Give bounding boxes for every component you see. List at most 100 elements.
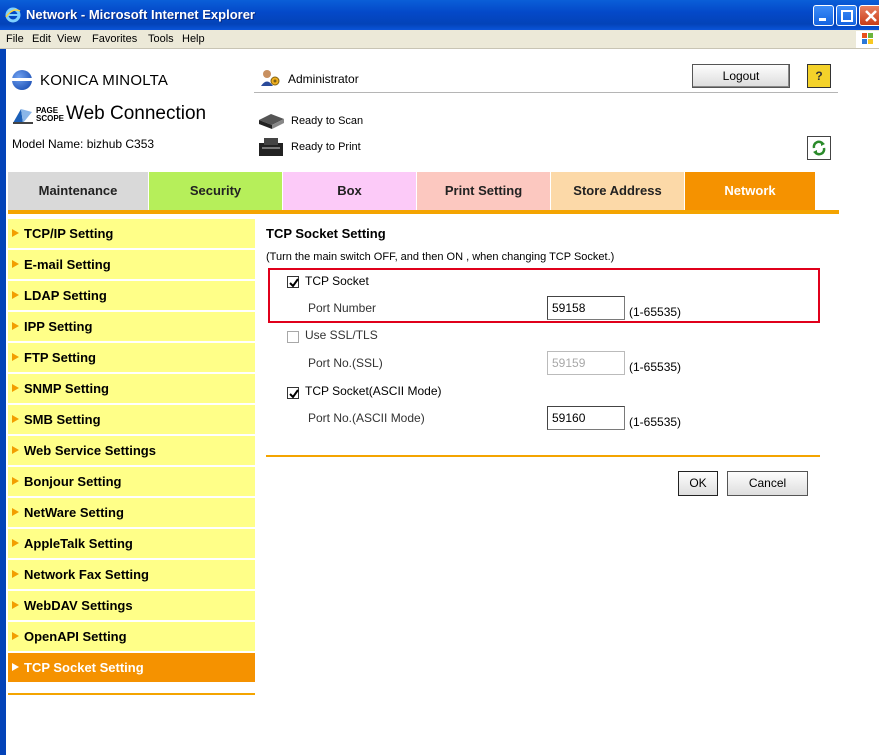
sidebar-item-openapi[interactable]: OpenAPI Setting [8,622,255,651]
administrator-icon [261,70,280,86]
pagescope-mark-line2: SCOPE [36,114,65,123]
sidebar-item-label: OpenAPI Setting [24,629,127,644]
use-ssl-label: Use SSL/TLS [305,328,378,342]
sidebar-item-label: TCP Socket Setting [24,660,144,675]
arrow-right-icon [12,663,19,671]
tcp-socket-ascii-checkbox[interactable] [287,387,299,399]
minimize-button[interactable] [813,5,834,26]
scan-status-label: Ready to Scan [291,115,364,127]
sidebar-item-tcp-socket[interactable]: TCP Socket Setting [8,653,255,682]
sidebar-item-network-fax[interactable]: Network Fax Setting [8,560,255,589]
sidebar-item-web-service[interactable]: Web Service Settings [8,436,255,465]
sidebar-item-ipp[interactable]: IPP Setting [8,312,255,341]
port-number-input[interactable] [547,296,625,320]
menu-favorites[interactable]: Favorites [92,33,137,45]
help-icon: ? [815,69,823,83]
sidebar-bottom-divider [8,693,255,695]
arrow-right-icon [12,291,19,299]
content-divider [266,455,820,457]
sidebar-item-netware[interactable]: NetWare Setting [8,498,255,527]
menu-bar: File Edit View Favorites Tools Help [0,30,879,49]
arrow-right-icon [12,384,19,392]
window-titlebar: Network - Microsoft Internet Explorer [0,0,879,30]
refresh-icon [812,140,826,156]
user-label: Administrator [288,72,359,86]
sidebar-item-label: Network Fax Setting [24,567,149,582]
sidebar-item-label: FTP Setting [24,350,96,365]
port-number-range: (1-65535) [629,305,682,319]
printer-icon [259,138,283,156]
arrow-right-icon [12,446,19,454]
use-ssl-checkbox[interactable] [287,331,299,343]
port-ascii-label: Port No.(ASCII Mode) [308,411,425,425]
port-ascii-input[interactable] [547,406,625,430]
sidebar-item-webdav[interactable]: WebDAV Settings [8,591,255,620]
checkmark-icon [289,389,299,399]
brand-name: KONICA MINOLTA [40,72,169,89]
maximize-icon [841,10,853,22]
arrow-right-icon [12,601,19,609]
arrow-right-icon [12,322,19,330]
sidebar-item-smb[interactable]: SMB Setting [8,405,255,434]
globe-icon [12,70,32,90]
logout-button[interactable]: Logout [692,64,790,88]
page-note: (Turn the main switch OFF, and then ON ,… [266,251,615,263]
tab-maintenance[interactable]: Maintenance [8,172,149,210]
menu-help[interactable]: Help [182,33,205,45]
ok-button[interactable]: OK [678,471,718,496]
arrow-right-icon [12,570,19,578]
minimize-icon [819,18,826,21]
tcp-socket-label: TCP Socket [305,274,369,288]
tab-security[interactable]: Security [149,172,283,210]
menu-file[interactable]: File [6,33,24,45]
port-ssl-label: Port No.(SSL) [308,356,383,370]
port-ascii-range: (1-65535) [629,415,682,429]
tab-underline [8,210,839,214]
pagescope-icon [13,109,33,124]
arrow-right-icon [12,477,19,485]
refresh-button[interactable] [807,136,831,160]
arrow-right-icon [12,539,19,547]
sidebar-item-ftp[interactable]: FTP Setting [8,343,255,372]
arrow-right-icon [12,415,19,423]
arrow-right-icon [12,632,19,640]
sidebar-item-label: LDAP Setting [24,288,107,303]
sidebar-item-ldap[interactable]: LDAP Setting [8,281,255,310]
menu-tools[interactable]: Tools [148,33,174,45]
close-button[interactable] [859,5,879,26]
sidebar-item-label: TCP/IP Setting [24,226,114,241]
sidebar-item-bonjour[interactable]: Bonjour Setting [8,467,255,496]
internet-explorer-icon [5,7,21,23]
tcp-socket-ascii-label: TCP Socket(ASCII Mode) [305,384,442,398]
menu-view[interactable]: View [57,33,81,45]
tab-store-address[interactable]: Store Address [551,172,685,210]
tab-print-setting[interactable]: Print Setting [417,172,551,210]
pagescope-mark: PAGE SCOPE [36,107,64,123]
port-ssl-input[interactable] [547,351,625,375]
port-ssl-range: (1-65535) [629,360,682,374]
tab-box[interactable]: Box [283,172,417,210]
arrow-right-icon [12,260,19,268]
tab-network[interactable]: Network [685,172,816,210]
sidebar-item-label: Web Service Settings [24,443,156,458]
window-title: Network - Microsoft Internet Explorer [26,7,255,22]
tcp-socket-checkbox[interactable] [287,276,299,288]
sidebar-item-tcpip[interactable]: TCP/IP Setting [8,219,255,248]
arrow-right-icon [12,353,19,361]
model-name: Model Name: bizhub C353 [12,137,155,151]
menu-edit[interactable]: Edit [32,33,51,45]
sidebar-item-label: NetWare Setting [24,505,124,520]
sidebar-item-email[interactable]: E-mail Setting [8,250,255,279]
sidebar-item-appletalk[interactable]: AppleTalk Setting [8,529,255,558]
help-button[interactable]: ? [807,64,831,88]
window-left-border [0,49,6,755]
sidebar-item-label: E-mail Setting [24,257,111,272]
page-title: TCP Socket Setting [266,226,386,241]
windows-logo-icon [856,31,879,48]
sidebar-item-label: SNMP Setting [24,381,109,396]
maximize-button[interactable] [836,5,857,26]
cancel-button[interactable]: Cancel [727,471,808,496]
product-name: Web Connection [66,103,207,124]
scanner-icon [259,114,284,129]
sidebar-item-snmp[interactable]: SNMP Setting [8,374,255,403]
